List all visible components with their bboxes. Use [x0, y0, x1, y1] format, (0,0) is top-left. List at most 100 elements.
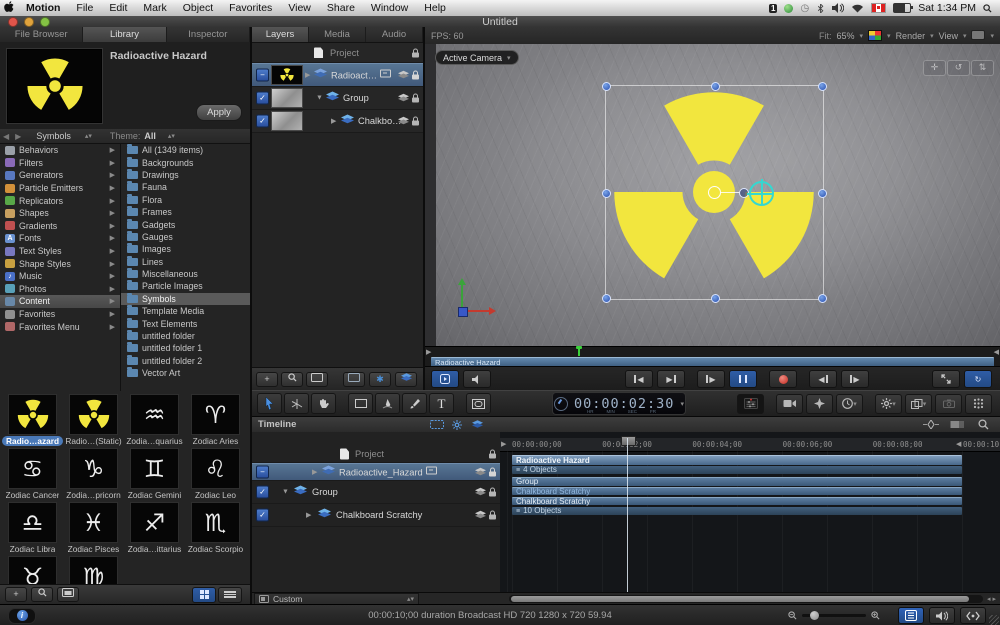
- out-point-marker[interactable]: ◀: [994, 348, 999, 356]
- track-radioactive-hazard-0[interactable]: Radioactive Hazard: [512, 455, 962, 465]
- library-item-zodiac-pisces[interactable]: ♓ Zodiac Pisces: [63, 501, 124, 555]
- go-to-start-button[interactable]: ◀: [625, 370, 653, 388]
- trim-icon[interactable]: [948, 419, 966, 430]
- menu-motion[interactable]: Motion: [18, 2, 68, 14]
- particles-icon[interactable]: [965, 394, 992, 414]
- input-source-icon[interactable]: 1: [769, 4, 777, 13]
- library-item-radio-static[interactable]: Radio…(Static): [63, 393, 124, 447]
- folder-symbols[interactable]: Symbols: [121, 293, 250, 305]
- timeline-row-project[interactable]: Project: [252, 446, 500, 463]
- library-item-zodiac-aries[interactable]: ♈ Zodiac Aries: [185, 393, 246, 447]
- folder-drawings[interactable]: Drawings: [121, 169, 250, 181]
- dolly-view-tool[interactable]: ⇅: [971, 60, 994, 76]
- replicate-icon[interactable]: ▾: [905, 394, 932, 414]
- timeline-gear-icon[interactable]: [448, 419, 466, 430]
- folder-lines[interactable]: Lines: [121, 256, 250, 268]
- category-filters[interactable]: Filters ▶: [0, 157, 120, 170]
- disclosure-icon[interactable]: ▼: [282, 489, 289, 496]
- lock-icon[interactable]: [489, 450, 496, 459]
- folder-particle-images[interactable]: Particle Images: [121, 280, 250, 292]
- layers-row-chalkboard[interactable]: ✓ ▶ Chalkbo…: [252, 110, 423, 133]
- bezier-pen-tool[interactable]: [375, 393, 400, 414]
- menu-edit[interactable]: Edit: [101, 2, 135, 14]
- menu-view[interactable]: View: [280, 2, 319, 14]
- pause-button[interactable]: [729, 370, 757, 388]
- paint-brush-tool[interactable]: [402, 393, 427, 414]
- timeline-row-main[interactable]: − ▶ Radioactive_Hazard: [252, 463, 500, 481]
- layers-row-project[interactable]: Project: [252, 43, 423, 63]
- volume-icon[interactable]: [832, 3, 844, 13]
- library-item-radio-azard[interactable]: Radio…azard: [2, 393, 63, 447]
- category-music[interactable]: ♪ Music ▶: [0, 270, 120, 283]
- library-item-zodiac-cancer[interactable]: ♋ Zodiac Cancer: [2, 447, 63, 501]
- orbit-view-tool[interactable]: ↺: [947, 60, 970, 76]
- out-point-marker[interactable]: ◀: [956, 440, 961, 448]
- resize-handle[interactable]: [818, 189, 827, 198]
- category-particle-emitters[interactable]: Particle Emitters ▶: [0, 182, 120, 195]
- tab-inspector[interactable]: Inspector: [167, 27, 250, 42]
- tab-media[interactable]: Media: [309, 27, 366, 42]
- next-frame-button[interactable]: ▶: [841, 370, 869, 388]
- timeline-tracks[interactable]: Radioactive Hazard ≡ 4 Objects Group Cha…: [500, 451, 1000, 592]
- timeline-row-group[interactable]: ✓ ▼ Group: [252, 481, 500, 504]
- active-camera-menu[interactable]: Active Camera▾: [435, 50, 519, 65]
- resize-handle[interactable]: [711, 294, 720, 303]
- category-photos[interactable]: Photos ▶: [0, 283, 120, 296]
- category-select[interactable]: Symbols: [36, 131, 71, 141]
- hud-toggle-icon[interactable]: [737, 394, 764, 414]
- pan-view-tool[interactable]: ✛: [923, 60, 946, 76]
- library-item-zodia-quarius[interactable]: ♒ Zodia…quarius: [124, 393, 185, 447]
- visibility-checkbox[interactable]: −: [256, 466, 269, 479]
- layers-row-radioactive[interactable]: − ▶ Radioact…: [252, 63, 423, 87]
- track-chalkboard-scratchy-3[interactable]: Chalkboard Scratchy: [512, 487, 962, 495]
- resize-handle[interactable]: [818, 82, 827, 91]
- dynamics-icon[interactable]: [806, 394, 833, 414]
- add-layer-button[interactable]: +: [256, 372, 278, 387]
- back-icon[interactable]: ◀: [0, 132, 12, 141]
- folder-miscellaneous[interactable]: Miscellaneous: [121, 268, 250, 280]
- display-menu-caret[interactable]: ▾: [990, 32, 994, 40]
- zoom-in-icon[interactable]: [871, 611, 880, 620]
- play-range-toggle[interactable]: [431, 370, 459, 388]
- category-select-caret[interactable]: ▴▾: [85, 132, 92, 140]
- record-button[interactable]: [769, 370, 797, 388]
- lock-icon[interactable]: [412, 117, 419, 126]
- select-tool[interactable]: [257, 393, 282, 414]
- fullscreen-icon[interactable]: [932, 370, 960, 388]
- blend-icon[interactable]: [398, 94, 409, 103]
- in-point-marker[interactable]: ▶: [426, 348, 431, 356]
- resize-handle[interactable]: [711, 82, 720, 91]
- menu-help[interactable]: Help: [416, 2, 454, 14]
- layers-toggle-icon[interactable]: [395, 372, 417, 387]
- track-chalkboard-scratchy-4[interactable]: Chalkboard Scratchy: [512, 497, 962, 505]
- battery-icon[interactable]: [893, 3, 911, 13]
- timecode-menu-caret[interactable]: ▾: [680, 400, 684, 408]
- folder-untitled-folder-1[interactable]: untitled folder 1: [121, 342, 250, 354]
- folder-fauna[interactable]: Fauna: [121, 181, 250, 193]
- lock-icon[interactable]: [489, 488, 496, 497]
- previous-frame-button[interactable]: ◀: [809, 370, 837, 388]
- folder-template-media[interactable]: Template Media: [121, 305, 250, 317]
- zoom-out-icon[interactable]: [788, 611, 797, 620]
- blend-icon[interactable]: [475, 488, 486, 497]
- go-to-end-button[interactable]: ▶: [657, 370, 685, 388]
- playhead-grip[interactable]: [621, 436, 636, 446]
- disclosure-icon[interactable]: ▶: [306, 511, 311, 519]
- resize-handle[interactable]: [818, 294, 827, 303]
- timeline-track-display-icon[interactable]: [428, 419, 446, 430]
- folder-images[interactable]: Images: [121, 243, 250, 255]
- library-item-zodiac-scorpio[interactable]: ♏ Zodiac Scorpio: [185, 501, 246, 555]
- timeline-row-chalkboard[interactable]: ✓ ▶ Chalkboard Scratchy: [252, 504, 500, 527]
- folder-gauges[interactable]: Gauges: [121, 231, 250, 243]
- timeline-track-area[interactable]: ▶ ◀ 00:00:00;0000:00:02;0000:00:04;0000:…: [500, 432, 1000, 592]
- category-behaviors[interactable]: Behaviors ▶: [0, 144, 120, 157]
- lock-icon[interactable]: [412, 94, 419, 103]
- menu-share[interactable]: Share: [319, 2, 363, 14]
- menu-file[interactable]: File: [68, 2, 101, 14]
- category-favorites-menu[interactable]: Favorites Menu ▶: [0, 320, 120, 333]
- folder-untitled-folder[interactable]: untitled folder: [121, 330, 250, 342]
- transform-3d-tool[interactable]: [284, 393, 309, 414]
- sync-icon[interactable]: [784, 4, 793, 13]
- playhead-line[interactable]: [627, 438, 628, 592]
- apple-menu-icon[interactable]: [0, 1, 18, 16]
